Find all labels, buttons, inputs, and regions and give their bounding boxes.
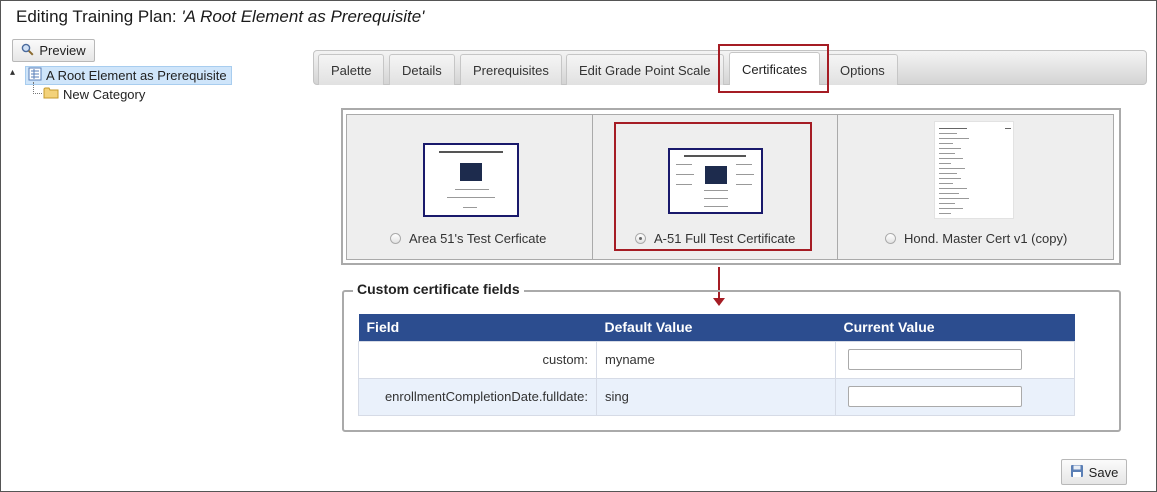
page-title-plan-name: 'A Root Element as Prerequisite' (181, 7, 425, 26)
tree-connector (33, 93, 42, 94)
certificate-highlight-box (614, 122, 812, 251)
current-value-input[interactable] (848, 386, 1022, 407)
tab-highlight-box (718, 44, 829, 93)
default-value-cell: myname (596, 340, 836, 379)
floppy-disk-icon (1070, 464, 1084, 481)
folder-icon (43, 86, 59, 102)
document-icon (28, 67, 42, 84)
tab-edit-grade-point-scale-label: Edit Grade Point Scale (579, 62, 711, 78)
tree-node-root-label: A Root Element as Prerequisite (46, 68, 227, 83)
tab-palette[interactable]: Palette (318, 54, 385, 85)
certificate-thumbnail (934, 121, 1014, 219)
current-value-cell (835, 340, 1075, 379)
column-header-default-value: Default Value (596, 314, 836, 341)
certificate-radio[interactable] (390, 233, 401, 244)
tree-node-root[interactable]: A Root Element as Prerequisite (25, 66, 232, 85)
tab-options[interactable]: Options (827, 54, 898, 85)
certificate-option[interactable]: Area 51's Test Cerficate (347, 115, 593, 259)
certificate-name: Hond. Master Cert v1 (copy) (904, 231, 1068, 246)
tab-prerequisites[interactable]: Prerequisites (460, 54, 562, 85)
current-value-cell (835, 377, 1075, 416)
magnifier-icon (21, 43, 34, 59)
tab-details[interactable]: Details (389, 54, 455, 85)
tree-node-new-category[interactable]: New Category (43, 86, 145, 102)
custom-fields-table: Field Default Value Current Value custom… (358, 314, 1075, 416)
certificate-option[interactable]: Hond. Master Cert v1 (copy) (838, 115, 1114, 259)
tree-node-new-category-label: New Category (63, 86, 146, 102)
tab-palette-label: Palette (331, 62, 372, 78)
tree-collapse-toggle[interactable]: ▴ (10, 67, 15, 78)
save-button-label: Save (1088, 464, 1119, 480)
tab-options-label: Options (840, 62, 885, 78)
preview-button-label: Preview (39, 43, 86, 58)
field-name-cell: enrollmentCompletionDate.fulldate: (358, 377, 597, 416)
current-value-input[interactable] (848, 349, 1022, 370)
field-name-cell: custom: (358, 340, 597, 379)
save-button[interactable]: Save (1061, 459, 1127, 485)
default-value-cell: sing (596, 377, 836, 416)
tab-edit-grade-point-scale[interactable]: Edit Grade Point Scale (566, 54, 724, 85)
certificate-option-label[interactable]: Hond. Master Cert v1 (copy) (885, 231, 1067, 246)
custom-fields-legend: Custom certificate fields (353, 281, 524, 297)
certificate-radio[interactable] (885, 233, 896, 244)
column-header-field: Field (358, 314, 597, 341)
tab-details-label: Details (402, 62, 442, 78)
preview-button[interactable]: Preview (12, 39, 95, 62)
page-title-prefix: Editing Training Plan: (16, 7, 182, 26)
column-header-current-value: Current Value (835, 314, 1075, 341)
certificate-name: Area 51's Test Cerficate (409, 231, 547, 246)
certificate-option-label[interactable]: Area 51's Test Cerficate (390, 231, 546, 246)
table-row: enrollmentCompletionDate.fulldate: sing (358, 377, 1075, 416)
certificate-thumbnail (423, 143, 519, 217)
table-row: custom: myname (358, 340, 1075, 379)
table-header-row: Field Default Value Current Value (358, 314, 1075, 341)
page-title: Editing Training Plan: 'A Root Element a… (16, 7, 424, 27)
tab-prerequisites-label: Prerequisites (473, 62, 549, 78)
